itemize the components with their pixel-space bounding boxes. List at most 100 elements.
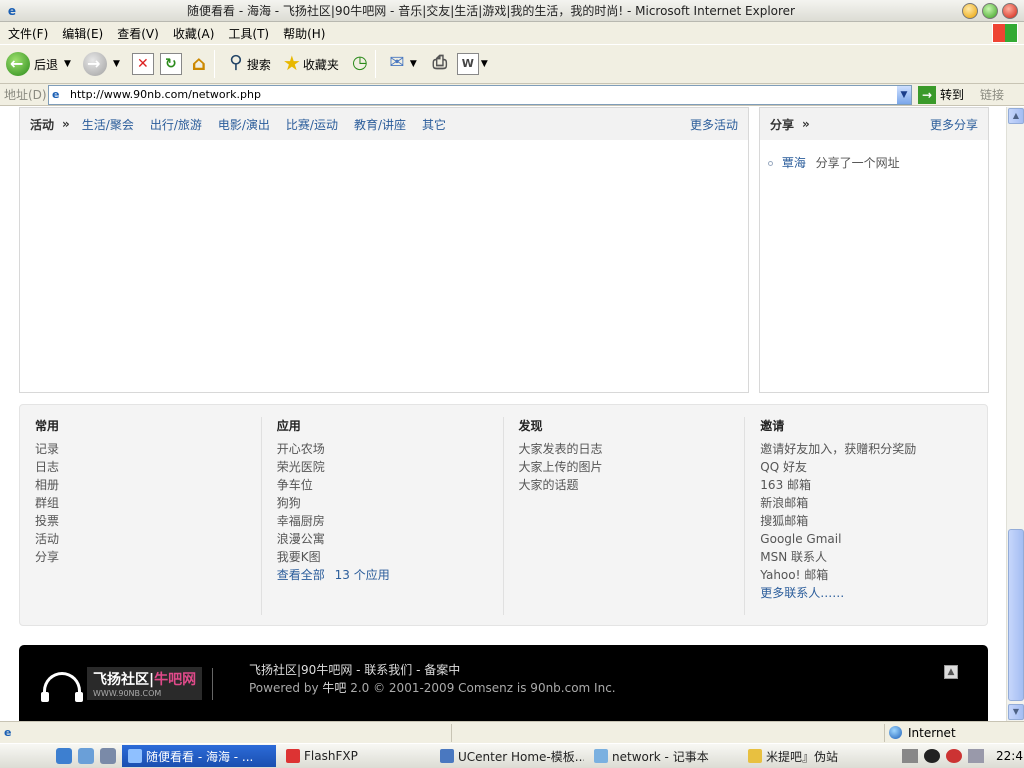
- menu-help[interactable]: 帮助(H): [283, 25, 325, 42]
- edit-dropdown-icon[interactable]: ▼: [481, 59, 488, 69]
- taskbar-button-label: network - 记事本: [612, 749, 709, 764]
- footer-link[interactable]: 大家发表的日志: [519, 440, 745, 458]
- start-apple-icon[interactable]: [18, 747, 36, 765]
- address-dropdown-icon[interactable]: ▼: [897, 85, 911, 104]
- footer-link[interactable]: 狗狗: [277, 494, 503, 512]
- powered-by-brand[interactable]: 牛吧: [322, 681, 346, 695]
- taskbar-button-notepad[interactable]: network - 记事本: [588, 745, 738, 767]
- more-contacts-link[interactable]: 更多联系人……: [760, 584, 987, 602]
- refresh-button[interactable]: ↻: [159, 49, 182, 79]
- taskbar-button-ie[interactable]: 随便看看 - 海海 - ...: [122, 745, 276, 767]
- site-logo[interactable]: 飞扬社区|牛吧网 WWW.90NB.COM: [41, 667, 214, 702]
- search-button[interactable]: ⚲ 搜索: [225, 49, 275, 79]
- more-activities-link[interactable]: 更多活动: [690, 116, 738, 133]
- footer-link[interactable]: 开心农场: [277, 440, 503, 458]
- activity-panel-header: 活动 » 生活/聚会 出行/旅游 电影/演出 比赛/运动 教育/讲座 其它 更多…: [20, 108, 748, 140]
- footer-link[interactable]: QQ 好友: [760, 458, 987, 476]
- taskbar: 随便看看 - 海海 - ... FlashFXP UCenter Home-模板…: [0, 743, 1024, 768]
- footer-link[interactable]: 日志: [35, 458, 261, 476]
- activity-category-travel[interactable]: 出行/旅游: [150, 116, 202, 133]
- close-button[interactable]: [1002, 2, 1018, 19]
- ie-quicklaunch-icon[interactable]: [56, 748, 72, 764]
- footer-link[interactable]: 分享: [35, 548, 261, 566]
- footer-link[interactable]: 邀请好友加入，获赠积分奖励: [760, 440, 987, 458]
- bullet-icon: [768, 161, 773, 166]
- scroll-down-icon[interactable]: ▼: [1008, 704, 1024, 720]
- footer-link[interactable]: 荣光医院: [277, 458, 503, 476]
- mail-dropdown-icon[interactable]: ▼: [410, 59, 417, 69]
- menu-file[interactable]: 文件(F): [8, 25, 48, 42]
- history-icon: ◷: [352, 52, 368, 73]
- footer-link[interactable]: 大家的话题: [519, 476, 745, 494]
- keyboard-icon[interactable]: [902, 749, 918, 763]
- folder-icon: [748, 749, 762, 763]
- go-button[interactable]: 转到: [940, 86, 964, 103]
- stop-button[interactable]: ✕: [131, 49, 154, 79]
- qq-icon[interactable]: [924, 749, 940, 763]
- scroll-up-icon[interactable]: ▲: [1008, 108, 1024, 124]
- menu-tools[interactable]: 工具(T): [228, 25, 269, 42]
- forward-dropdown-icon[interactable]: ▼: [113, 59, 120, 69]
- menu-edit[interactable]: 编辑(E): [62, 25, 103, 42]
- back-button[interactable]: 后退 ▼: [6, 49, 77, 79]
- minimize-button[interactable]: [962, 2, 978, 19]
- footer-link[interactable]: MSN 联系人: [760, 548, 987, 566]
- footer-link[interactable]: 浪漫公寓: [277, 530, 503, 548]
- more-shares-link[interactable]: 更多分享: [930, 116, 978, 133]
- footer-link[interactable]: Google Gmail: [760, 530, 987, 548]
- mail-button[interactable]: ✉ ▼: [386, 49, 423, 79]
- go-arrow-icon[interactable]: →: [918, 85, 936, 104]
- scroll-thumb[interactable]: [1008, 529, 1024, 701]
- footer-link[interactable]: 投票: [35, 512, 261, 530]
- activity-category-other[interactable]: 其它: [422, 116, 446, 133]
- taskbar-button-flashfxp[interactable]: FlashFXP: [280, 745, 430, 767]
- menu-view[interactable]: 查看(V): [117, 25, 159, 42]
- footer-link[interactable]: 幸福厨房: [277, 512, 503, 530]
- footer-line-1[interactable]: 飞扬社区|90牛吧网 - 联系我们 - 备案中: [249, 661, 616, 679]
- footer-link[interactable]: 记录: [35, 440, 261, 458]
- activity-category-movie[interactable]: 电影/演出: [218, 116, 270, 133]
- address-input[interactable]: e http://www.90nb.com/network.php ▼: [48, 84, 912, 105]
- taskbar-button-ucenter[interactable]: UCenter Home-模板...: [434, 745, 584, 767]
- window-title-bar[interactable]: e 随便看看 - 海海 - 飞扬社区|90牛吧网 - 音乐|交友|生活|游戏|我…: [0, 0, 1024, 22]
- footer-link[interactable]: Yahoo! 邮箱: [760, 566, 987, 584]
- share-panel: 分享 » 更多分享 覃海 分享了一个网址: [759, 107, 989, 393]
- back-to-top-icon[interactable]: ▲: [944, 665, 958, 679]
- volume-icon[interactable]: [968, 749, 984, 763]
- menu-favorites[interactable]: 收藏(A): [173, 25, 215, 42]
- app-count-link[interactable]: 13 个应用: [335, 568, 390, 582]
- activity-category-sports[interactable]: 比赛/运动: [286, 116, 338, 133]
- edit-button[interactable]: W ▼: [456, 49, 494, 79]
- history-button[interactable]: ◷: [349, 49, 371, 79]
- footer-links: 常用 记录 日志 相册 群组 投票 活动 分享 应用 开心农场 荣光医院 争车位…: [19, 404, 988, 626]
- footer-link[interactable]: 群组: [35, 494, 261, 512]
- qq-alert-icon[interactable]: [946, 749, 962, 763]
- footer-link[interactable]: 新浪邮箱: [760, 494, 987, 512]
- back-dropdown-icon[interactable]: ▼: [64, 59, 71, 69]
- media-quicklaunch-icon[interactable]: [100, 748, 116, 764]
- activity-category-party[interactable]: 生活/聚会: [82, 116, 134, 133]
- footer-link[interactable]: 搜狐邮箱: [760, 512, 987, 530]
- logo-brand: 飞扬社区|牛吧网: [93, 669, 196, 689]
- footer-link[interactable]: 争车位: [277, 476, 503, 494]
- status-divider: [450, 723, 452, 742]
- footer-link[interactable]: 活动: [35, 530, 261, 548]
- search-icon: ⚲: [229, 52, 243, 73]
- taskbar-button-folder[interactable]: 米提吧』伪站: [742, 745, 852, 767]
- favorites-button[interactable]: ★ 收藏夹: [281, 49, 343, 79]
- forward-button[interactable]: ▼: [82, 49, 126, 79]
- links-button[interactable]: 链接: [980, 86, 1004, 103]
- activity-category-education[interactable]: 教育/讲座: [354, 116, 406, 133]
- share-user-link[interactable]: 覃海: [782, 156, 806, 170]
- footer-link[interactable]: 相册: [35, 476, 261, 494]
- footer-link[interactable]: 我要K图: [277, 548, 503, 566]
- vertical-scrollbar[interactable]: ▲ ▼: [1006, 107, 1024, 721]
- browser-quicklaunch-icon[interactable]: [78, 748, 94, 764]
- address-url[interactable]: http://www.90nb.com/network.php: [70, 88, 897, 101]
- maximize-button[interactable]: [982, 2, 998, 19]
- footer-link[interactable]: 163 邮箱: [760, 476, 987, 494]
- print-button[interactable]: ⎙: [429, 49, 451, 79]
- view-all-apps-link[interactable]: 查看全部: [277, 568, 325, 582]
- home-button[interactable]: ⌂: [188, 49, 210, 79]
- footer-link[interactable]: 大家上传的图片: [519, 458, 745, 476]
